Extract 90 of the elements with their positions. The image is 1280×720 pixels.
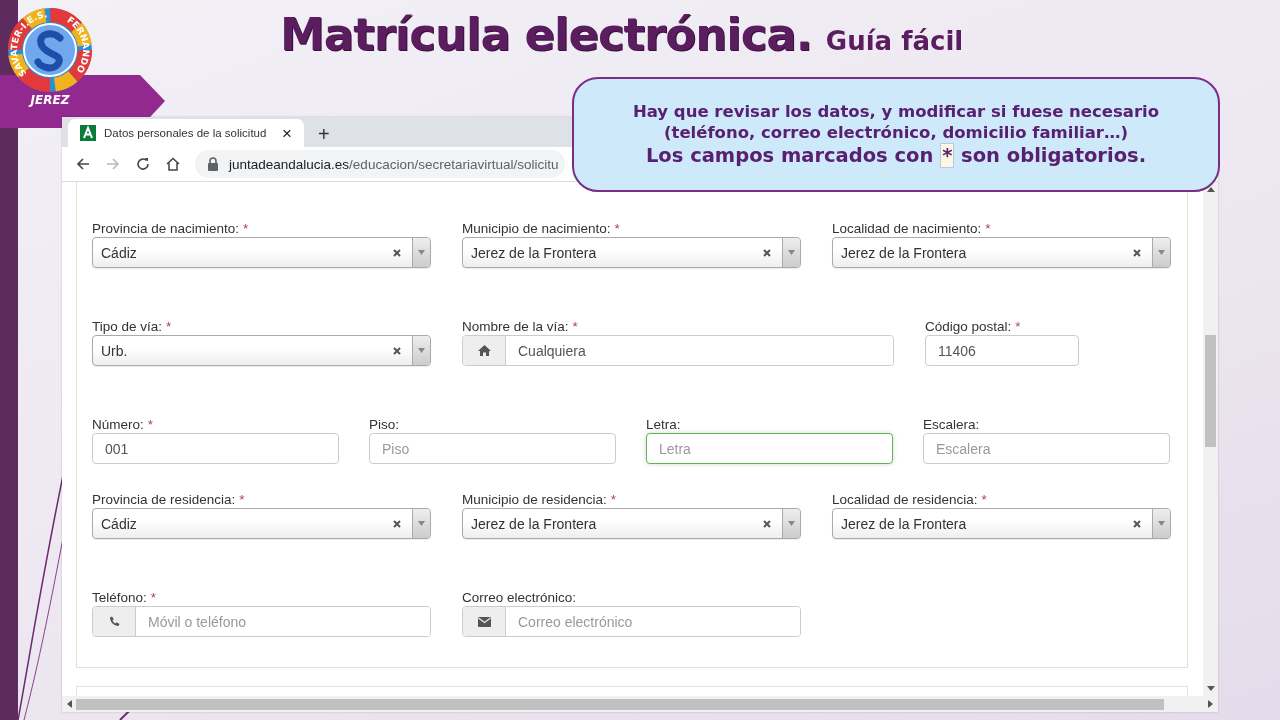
tab-title: Datos personales de la solicitud [104, 127, 268, 139]
scroll-thumb[interactable] [1205, 335, 1216, 447]
caret-icon [418, 521, 425, 526]
slide-title: Matrícula electrónica. [280, 8, 812, 61]
required-fields-note: Los campos marcados con * son obligatorios. [645, 144, 1147, 167]
field-label: Localidad de residencia: [832, 491, 978, 507]
dropdown-arrow-button[interactable] [1152, 509, 1170, 538]
dropdown[interactable]: Jerez de la Frontera [832, 508, 1171, 539]
horizontal-scrollbar[interactable] [62, 696, 1218, 712]
input-field[interactable]: Escalera [923, 433, 1170, 464]
dropdown-arrow-button[interactable] [1152, 238, 1170, 267]
envelope-icon [477, 616, 491, 627]
clear-icon[interactable] [1133, 519, 1141, 528]
street-field[interactable]: Cualquiera [462, 335, 894, 366]
field-label: Escalera: [923, 416, 980, 432]
scroll-down-icon[interactable] [1206, 686, 1215, 691]
caret-icon [788, 521, 795, 526]
field-label: Provincia de residencia: [92, 491, 236, 507]
caret-icon [788, 250, 795, 255]
caret-icon [418, 348, 425, 353]
field-label: Número: [92, 416, 144, 432]
required-asterisk: * [985, 220, 991, 236]
field-label: Teléfono: [92, 589, 147, 605]
dropdown-arrow-button[interactable] [782, 509, 800, 538]
scroll-left-icon[interactable] [67, 700, 72, 708]
field-label: Tipo de vía: [92, 318, 163, 334]
field-label: Provincia de nacimiento: [92, 220, 240, 236]
new-tab-button[interactable]: + [314, 124, 334, 144]
home-icon [477, 345, 491, 356]
callout-text: (teléfono, correo electrónico, domicilio familiar…) [663, 123, 1129, 142]
field-label: Municipio de residencia: [462, 491, 607, 507]
required-asterisk: * [981, 491, 987, 507]
close-tab-button[interactable]: × [280, 124, 294, 142]
dropdown-arrow-button[interactable] [782, 238, 800, 267]
clear-icon[interactable] [1133, 248, 1141, 257]
email-field[interactable]: Correo electrónico [462, 606, 801, 637]
address-bar[interactable]: juntadeandalucia.es/educacion/secretariavirtual/solicitu [195, 150, 565, 178]
logo-town-text: JEREZ [30, 93, 70, 107]
field-label: Correo electrónico: [462, 589, 577, 605]
browser-tab[interactable]: Datos personales de la solicitud × [68, 119, 304, 147]
caret-icon [1158, 521, 1165, 526]
input-field[interactable]: 001 [92, 433, 339, 464]
required-asterisk: * [166, 318, 172, 334]
caret-icon [1158, 250, 1165, 255]
required-asterisk: * [614, 220, 620, 236]
site-favicon-icon [80, 125, 96, 141]
required-asterisk: * [150, 589, 157, 605]
scroll-up-icon[interactable] [1206, 187, 1215, 192]
scroll-right-icon[interactable] [1208, 700, 1213, 708]
clear-icon[interactable] [763, 519, 771, 528]
field-label: Municipio de nacimiento: [462, 220, 611, 236]
field-label: Código postal: [925, 318, 1012, 334]
input-field[interactable]: Piso [369, 433, 616, 464]
required-asterisk: * [610, 491, 617, 507]
clear-icon[interactable] [763, 248, 771, 257]
dropdown[interactable]: Cádiz [92, 237, 431, 268]
caret-icon [418, 250, 425, 255]
dropdown-arrow-button[interactable] [412, 509, 430, 538]
scroll-thumb[interactable] [76, 698, 1164, 710]
reload-icon[interactable] [135, 156, 151, 172]
field-label: Localidad de nacimiento: [832, 220, 982, 236]
dropdown[interactable]: Cádiz [92, 508, 431, 539]
clear-icon[interactable] [393, 346, 401, 355]
lock-icon [207, 157, 219, 171]
clear-icon[interactable] [393, 248, 401, 257]
dropdown[interactable]: Jerez de la Frontera [462, 508, 801, 539]
dropdown[interactable]: Urb. [92, 335, 431, 366]
home-icon[interactable] [165, 156, 181, 172]
input-field[interactable]: 11406 [925, 335, 1079, 366]
phone-icon [108, 616, 120, 627]
required-asterisk: * [572, 318, 578, 334]
dropdown[interactable]: Jerez de la Frontera [832, 237, 1171, 268]
dropdown-arrow-button[interactable] [412, 336, 430, 365]
input-field[interactable]: Letra [646, 433, 893, 464]
required-asterisk: * [243, 220, 249, 236]
clear-icon[interactable] [393, 519, 401, 528]
required-asterisk: * [147, 416, 154, 432]
dropdown-arrow-button[interactable] [412, 238, 430, 267]
phone-field[interactable]: Móvil o teléfono [92, 606, 431, 637]
required-asterisk: * [1015, 318, 1021, 334]
back-icon[interactable] [75, 156, 91, 172]
required-asterisk: * [239, 491, 245, 507]
field-label: Piso: [369, 416, 399, 432]
vertical-scrollbar[interactable] [1203, 182, 1218, 696]
callout-text: Hay que revisar los datos, y modificar si fuese necesario [632, 102, 1160, 121]
url-text: juntadeandalucia.es/educacion/secretariavirtual/solicitu [229, 156, 559, 172]
dropdown[interactable]: Jerez de la Frontera [462, 237, 801, 268]
field-label: Nombre de la vía: [462, 318, 569, 334]
field-label: Letra: [646, 416, 681, 432]
slide-subtitle: Guía fácil [825, 26, 964, 56]
